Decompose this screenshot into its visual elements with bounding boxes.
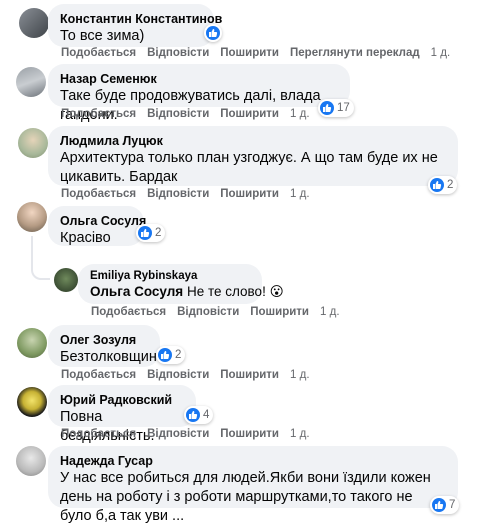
comment-time[interactable]: 1 д.	[290, 428, 310, 440]
avatar[interactable]	[16, 67, 46, 97]
like-button[interactable]: Подобається	[61, 428, 136, 440]
comment-text: Безтолковщина	[60, 349, 165, 365]
comment-actions: Подобається Відповісти Поширити 1 д.	[91, 306, 351, 318]
reply-button[interactable]: Відповісти	[147, 47, 209, 59]
like-icon	[186, 408, 200, 422]
comment-bubble: Назар Семенюк Таке буде продовжуватись д…	[48, 64, 350, 123]
reaction-count[interactable]: 2	[428, 176, 458, 194]
like-button[interactable]: Подобається	[61, 47, 136, 59]
reply-button[interactable]: Відповісти	[147, 428, 209, 440]
comment-text: То все зима)	[60, 28, 145, 44]
comment-text: Красіво	[60, 230, 111, 246]
like-icon	[432, 498, 446, 512]
share-button[interactable]: Поширити	[220, 108, 279, 120]
share-button[interactable]: Поширити	[220, 428, 279, 440]
comment-text: Ольга Сосуля Не те слово! 😮	[90, 284, 284, 299]
avatar[interactable]	[17, 387, 47, 417]
reaction-count[interactable]: 2	[136, 224, 166, 242]
comment-bubble: Надежда Гусар У нас все робиться для люд…	[48, 446, 458, 524]
translate-button[interactable]: Переглянути переклад	[290, 47, 420, 59]
comment-author[interactable]: Людмила Луцюк	[60, 133, 446, 149]
comment-bubble: Константин Константинов То все зима)	[48, 4, 222, 47]
reaction-count[interactable]: 7	[430, 496, 460, 514]
reaction-count[interactable]	[204, 24, 222, 42]
reaction-count[interactable]: 4	[184, 406, 214, 424]
share-button[interactable]: Поширити	[250, 306, 309, 318]
like-icon	[206, 26, 220, 40]
like-button[interactable]: Подобається	[61, 108, 136, 120]
like-icon	[430, 178, 444, 192]
comment-bubble: Людмила Луцюк Архитектура только план уз…	[48, 126, 458, 186]
comment-text: Повна бездіяльність.	[60, 409, 155, 444]
share-button[interactable]: Поширити	[220, 188, 279, 200]
comment-bubble: Emiliya Rybinskaya Ольга Сосуля Не те сл…	[78, 264, 284, 304]
avatar[interactable]	[17, 202, 47, 232]
comment-text: Архитектура только план узгоджує. А що т…	[60, 150, 438, 185]
like-button[interactable]: Подобається	[61, 188, 136, 200]
emoji: 😮	[269, 284, 284, 299]
comment-time[interactable]: 1 д.	[290, 108, 310, 120]
avatar[interactable]	[19, 8, 49, 38]
like-button[interactable]: Подобається	[61, 369, 136, 381]
comment-time[interactable]: 1 д.	[290, 369, 310, 381]
comment-author[interactable]: Юрий Радковский	[60, 392, 184, 408]
comment-actions: Подобається Відповісти Поширити Переглянути…	[61, 47, 461, 59]
avatar[interactable]	[54, 268, 78, 292]
reply-button[interactable]: Відповісти	[177, 306, 239, 318]
comment-bubble: Юрий Радковский Повна бездіяльність.	[48, 385, 196, 444]
comment-time[interactable]: 1 д.	[320, 306, 340, 318]
comment-author[interactable]: Назар Семенюк	[60, 71, 338, 87]
like-icon	[320, 101, 334, 115]
reply-button[interactable]: Відповісти	[147, 108, 209, 120]
like-icon	[158, 348, 172, 362]
comment-actions: Подобається Відповісти Поширити 1 д.	[61, 188, 321, 200]
share-button[interactable]: Поширити	[220, 47, 279, 59]
comment-bubble: Ольга Сосуля Красіво	[48, 206, 146, 246]
comment-time[interactable]: 1 д.	[431, 47, 451, 59]
comment-time[interactable]: 1 д.	[290, 188, 310, 200]
avatar[interactable]	[18, 128, 48, 158]
comment-author[interactable]: Олег Зозуля	[60, 332, 148, 348]
comment-actions: Подобається Відповісти Поширити 1 д.	[61, 108, 321, 120]
comment-actions: Подобається Відповісти Поширити 1 д.	[61, 428, 321, 440]
comment-text: У нас все робиться для людей.Якби вони ї…	[60, 470, 431, 524]
comment-author[interactable]: Константин Константинов	[60, 11, 222, 27]
comment-author[interactable]: Надежда Гусар	[60, 453, 446, 469]
comment-author[interactable]: Ольга Сосуля	[60, 213, 146, 229]
share-button[interactable]: Поширити	[220, 369, 279, 381]
reaction-count[interactable]: 17	[318, 99, 354, 117]
reaction-count[interactable]: 2	[156, 346, 186, 364]
reply-button[interactable]: Відповісти	[147, 188, 209, 200]
comment-author[interactable]: Emiliya Rybinskaya	[90, 269, 251, 283]
reply-button[interactable]: Відповісти	[147, 369, 209, 381]
mention-tag[interactable]: Ольга Сосуля	[90, 284, 183, 299]
thread-line	[31, 262, 50, 280]
avatar[interactable]	[16, 446, 46, 476]
avatar[interactable]	[17, 328, 47, 358]
comment-actions: Подобається Відповісти Поширити 1 д.	[61, 369, 321, 381]
like-icon	[138, 226, 152, 240]
like-button[interactable]: Подобається	[91, 306, 166, 318]
comment-bubble: Олег Зозуля Безтолковщина	[48, 325, 165, 367]
